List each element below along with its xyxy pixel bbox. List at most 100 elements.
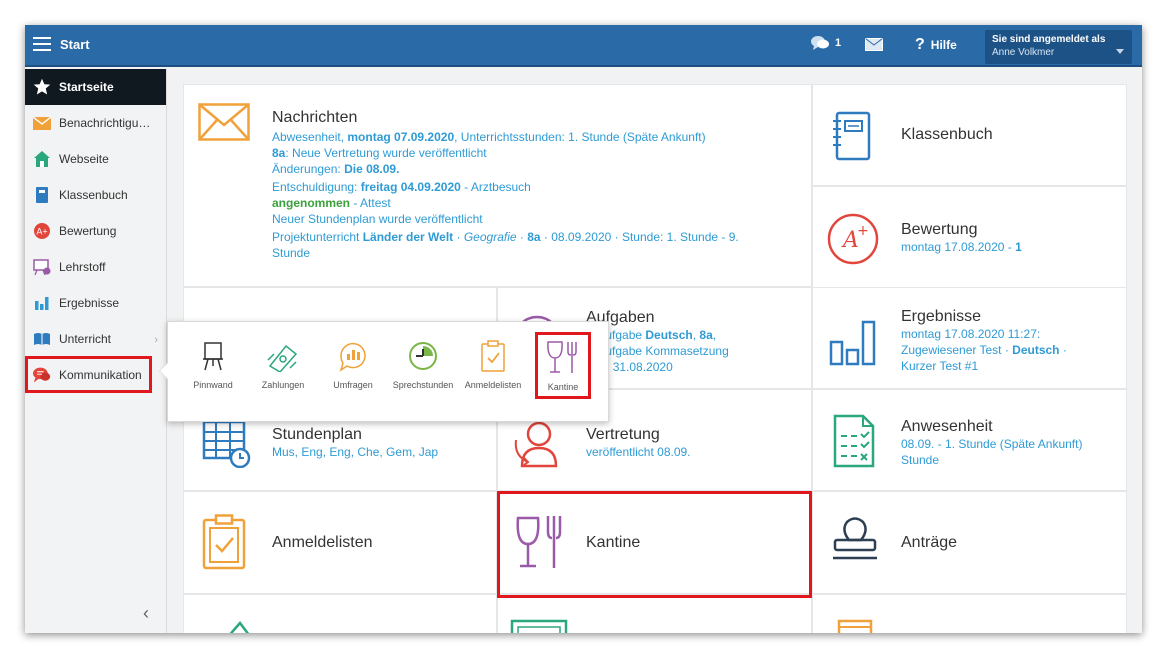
news-line-3[interactable]: Änderungen: Die 08.09. bbox=[272, 161, 802, 177]
news-line-7[interactable]: Projektunterricht Länder der Welt · Geog… bbox=[272, 229, 802, 245]
submenu-item-umfragen[interactable]: Umfragen bbox=[318, 340, 388, 390]
submenu-item-pinnwand[interactable]: Pinnwand bbox=[178, 340, 248, 390]
result-line-3[interactable]: Kurzer Test #1 bbox=[901, 358, 1067, 374]
menu-icon[interactable] bbox=[33, 37, 51, 51]
submenu-item-anmeldelisten[interactable]: Anmeldelisten bbox=[458, 340, 528, 390]
news-line-5[interactable]: angenommen - Attest bbox=[272, 195, 802, 211]
tile-partial-3[interactable]: Bi bbox=[812, 594, 1127, 633]
tile-ergebnisse[interactable]: Ergebnisse montag 17.08.2020 11:27: Zuge… bbox=[812, 287, 1127, 389]
submenu-item-kantine[interactable]: Kantine bbox=[528, 340, 598, 392]
submenu-label: Pinnwand bbox=[193, 380, 233, 390]
sidebar-item-bewertung[interactable]: A+ Bewertung bbox=[25, 213, 166, 249]
sidebar-item-lehrstoff[interactable]: Lehrstoff bbox=[25, 249, 166, 285]
sidebar-item-label: Ergebnisse bbox=[59, 296, 120, 310]
substitute-icon bbox=[514, 421, 558, 468]
submenu-item-sprechstunden[interactable]: Sprechstunden bbox=[388, 340, 458, 390]
sidebar-item-label: Bewertung bbox=[59, 224, 117, 238]
sidebar-item-ergebnisse[interactable]: Ergebnisse bbox=[25, 285, 166, 321]
tile-title: Kantine bbox=[586, 534, 641, 551]
sidebar-item-kommunikation[interactable]: Kommunikation bbox=[25, 357, 166, 393]
collapse-sidebar-button[interactable]: ‹ bbox=[143, 603, 149, 624]
tile-kantine[interactable]: Kantine bbox=[497, 491, 812, 594]
tile-subtitle[interactable]: Mus, Eng, Eng, Che, Gem, Jap bbox=[272, 444, 438, 460]
tile-anwesenheit[interactable]: Anwesenheit 08.09. - 1. Stunde (Späte An… bbox=[812, 389, 1127, 491]
attendance-line-1[interactable]: 08.09. - 1. Stunde (Späte Ankunft) bbox=[901, 436, 1082, 452]
tile-title: Bewertung bbox=[901, 221, 978, 238]
tile-title: Klassenbuch bbox=[901, 126, 993, 143]
mail-button[interactable] bbox=[865, 38, 883, 56]
tile-subtitle[interactable]: veröffentlicht 08.09. bbox=[586, 444, 691, 460]
news-line-8[interactable]: Stunde bbox=[272, 245, 802, 261]
news-line-6[interactable]: Neuer Stundenplan wurde veröffentlicht bbox=[272, 211, 802, 227]
help-label: Hilfe bbox=[930, 38, 957, 52]
sidebar-item-startseite[interactable]: Startseite bbox=[25, 69, 166, 105]
kommunikation-submenu: Pinnwand Zahlungen Umfragen Sprechstunde… bbox=[159, 321, 609, 422]
messages-button[interactable]: 1 bbox=[810, 35, 841, 51]
submenu-label: Sprechstunden bbox=[392, 380, 454, 390]
envelope-icon bbox=[198, 103, 250, 141]
user-name: Anne Volkmer bbox=[992, 47, 1055, 58]
tile-title: Anwesenheit bbox=[901, 418, 993, 435]
news-line-2[interactable]: 8a: Neue Vertretung wurde veröffentlicht bbox=[272, 145, 802, 161]
notebook-icon bbox=[33, 186, 51, 204]
stamp-icon bbox=[833, 517, 877, 560]
sidebar-item-label: Webseite bbox=[59, 152, 109, 166]
page-title: Start bbox=[60, 37, 90, 52]
news-line-1[interactable]: Abwesenheit, montag 07.09.2020, Unterric… bbox=[272, 129, 802, 145]
sidebar-item-label: Benachrichtigu… bbox=[59, 116, 151, 130]
grade-icon: A+ bbox=[33, 222, 51, 240]
notebook-icon bbox=[833, 111, 871, 161]
tile-title: Anmeldelisten bbox=[272, 534, 373, 551]
tile-partial-2[interactable] bbox=[497, 594, 812, 633]
chat-bubbles-icon bbox=[811, 36, 829, 50]
book-icon bbox=[33, 330, 51, 348]
poll-icon bbox=[339, 342, 366, 372]
document-icon bbox=[510, 619, 568, 633]
tile-subtitle[interactable]: montag 17.08.2020 - 1 bbox=[901, 239, 1022, 255]
timetable-icon bbox=[202, 420, 251, 468]
user-heading: Sie sind angemeldet als bbox=[992, 34, 1106, 45]
clipboard-icon bbox=[481, 340, 505, 372]
sidebar-item-webseite[interactable]: Webseite bbox=[25, 141, 166, 177]
result-line-2[interactable]: Zugewiesener Test · Deutsch · bbox=[901, 342, 1067, 358]
result-line-1[interactable]: montag 17.08.2020 11:27: bbox=[901, 326, 1067, 342]
submenu-label: Umfragen bbox=[333, 380, 373, 390]
news-line-4[interactable]: Entschuldigung: freitag 04.09.2020 - Arz… bbox=[272, 179, 802, 195]
sidebar-item-klassenbuch[interactable]: Klassenbuch bbox=[25, 177, 166, 213]
folder-icon bbox=[837, 619, 873, 633]
star-icon bbox=[33, 78, 51, 96]
tile-anmeldelisten[interactable]: Anmeldelisten bbox=[183, 491, 497, 594]
submenu-label: Anmeldelisten bbox=[464, 380, 522, 390]
sidebar-item-label: Startseite bbox=[59, 80, 114, 94]
svg-text:A+: A+ bbox=[36, 227, 47, 237]
chat-icon bbox=[33, 366, 51, 384]
svg-text:+: + bbox=[857, 223, 869, 239]
payments-icon bbox=[267, 344, 298, 372]
help-button[interactable]: ? Hilfe bbox=[915, 36, 957, 54]
tile-partial-1[interactable] bbox=[183, 594, 497, 633]
top-bar: Start 1 ? Hilfe Sie sind angemeldet als … bbox=[25, 25, 1142, 67]
attendance-icon bbox=[833, 414, 875, 468]
sidebar-item-label: Klassenbuch bbox=[59, 188, 128, 202]
user-menu[interactable]: Sie sind angemeldet als Anne Volkmer bbox=[985, 30, 1132, 64]
attendance-line-2[interactable]: Stunde bbox=[901, 452, 1082, 468]
tile-title: Ergebnisse bbox=[901, 308, 982, 325]
sidebar-item-benachrichtigungen[interactable]: Benachrichtigu… bbox=[25, 105, 166, 141]
tile-title: Vertretung bbox=[586, 426, 660, 443]
sidebar-item-unterricht[interactable]: Unterricht › bbox=[25, 321, 166, 357]
submenu-item-zahlungen[interactable]: Zahlungen bbox=[248, 340, 318, 390]
home-icon bbox=[33, 150, 51, 168]
easel-icon bbox=[33, 258, 51, 276]
chevron-right-icon: › bbox=[154, 334, 158, 346]
tile-title: Stundenplan bbox=[272, 426, 362, 443]
tile-antraege[interactable]: Anträge bbox=[812, 491, 1127, 594]
clock-icon bbox=[409, 342, 437, 370]
tile-bewertung[interactable]: A + Bewertung montag 17.08.2020 - 1 bbox=[812, 186, 1127, 288]
bar-chart-icon bbox=[33, 294, 51, 312]
tile-klassenbuch[interactable]: Klassenbuch bbox=[812, 84, 1127, 186]
tile-nachrichten[interactable]: Nachrichten Abwesenheit, montag 07.09.20… bbox=[183, 84, 812, 287]
cutlery-icon bbox=[516, 516, 562, 568]
sidebar: Startseite Benachrichtigu… Webseite Klas… bbox=[25, 69, 167, 633]
caret-down-icon bbox=[1116, 49, 1124, 54]
submenu-label: Zahlungen bbox=[261, 380, 305, 390]
